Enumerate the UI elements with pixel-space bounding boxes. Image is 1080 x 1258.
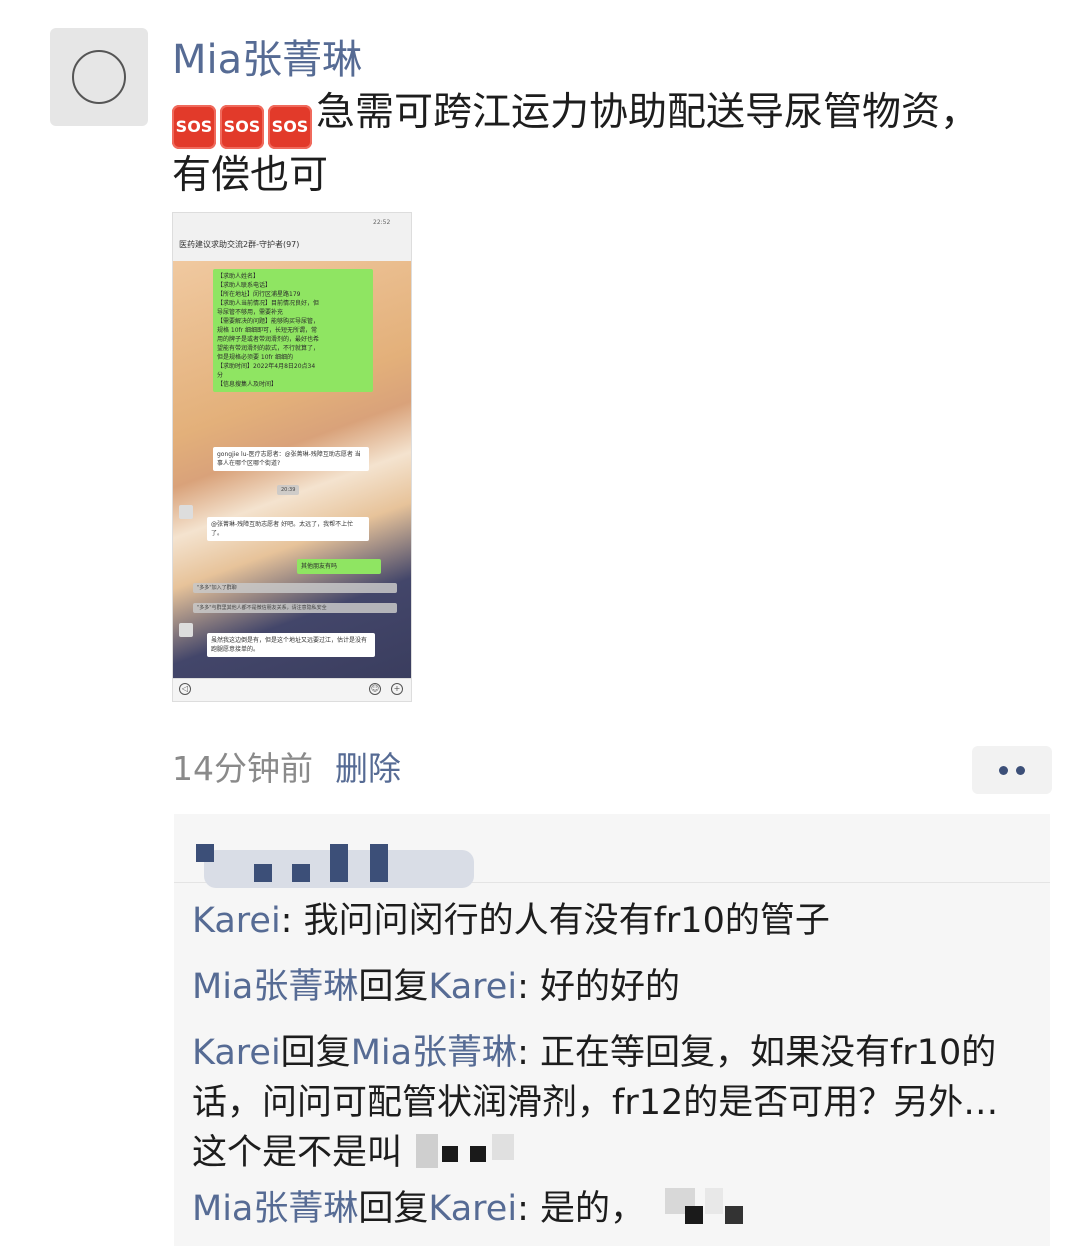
request-line: 【求助时间】2022年4月8日20点34 (217, 363, 316, 370)
request-line: 【需要解决的问题】能够购买导尿管， (217, 318, 320, 325)
blurred-block (292, 864, 310, 882)
reply-bubble-3: 虽然我这边倒是有，但是这个地址又远要过江，估计是没有跑腿愿意接单的。 (207, 633, 375, 657)
author-name[interactable]: Mia张菁琳 (172, 34, 362, 86)
request-line: 规格 10fr 细细即可，长短无所谓，常 (217, 327, 318, 334)
comment-item[interactable]: Karei回复Mia张菁琳: 正在等回复，如果没有fr10的话，问问可配管状润滑… (192, 1028, 1032, 1178)
blurred-block (254, 864, 272, 882)
request-line: 【信息搜集人及时间】 (217, 381, 278, 388)
reply-word: 回复 (358, 967, 429, 1007)
more-dots-icon (1016, 765, 1025, 775)
more-dots-icon (999, 765, 1008, 775)
sos-icon: SOS (268, 105, 312, 149)
comment-item[interactable]: Mia张菁琳回复Karei: 好的好的 (192, 962, 1032, 1012)
time-marker: 20:39 (277, 485, 300, 495)
blurred-block (370, 844, 388, 882)
screenshot-input-bar: ◁ ☺ + (173, 678, 411, 701)
sos-icon: SOS (220, 105, 264, 149)
request-line: 【求助人姓名】 (217, 273, 260, 280)
post-time: 14分钟前 (172, 749, 313, 788)
request-line: 望能有带润滑剂的款式，不行就算了， (217, 345, 320, 352)
reply-word: 回复 (358, 1189, 429, 1229)
comment-reply-target[interactable]: Karei (428, 967, 517, 1007)
comment-reply-target[interactable]: Karei (428, 1189, 517, 1229)
comment-item[interactable]: Mia张菁琳回复Karei: 是的， (192, 1184, 1032, 1234)
request-line: 用的牌子是或者带润滑剂的，最好也希 (217, 336, 320, 343)
avatar (179, 505, 193, 519)
sos-icon: SOS (172, 105, 216, 149)
post-meta: 14分钟前 删除 (172, 745, 401, 793)
reply-bubble-1: gongjie lu-医疗志愿者：@张菁琳-残障互助志愿者 当事人在哪个区哪个街… (213, 447, 369, 471)
avatar-placeholder-icon (72, 50, 126, 104)
avatar (179, 623, 193, 637)
comment-author[interactable]: Karei (192, 901, 281, 941)
request-line: 导尿管不够用，需要补充 (217, 309, 284, 316)
system-note-2: "多多"与群里其他人都不是微信朋友关系，请注意隐私安全 (193, 603, 397, 613)
author-avatar[interactable] (50, 28, 148, 126)
comment-reply-target[interactable]: Mia张菁琳 (351, 1033, 517, 1073)
request-bubble: 【求助人姓名】【求助人联系电话】【所在地址】闵行区浦星路179 【求助人当前情况】… (213, 269, 373, 392)
blurred-block (196, 844, 214, 862)
likes-row (174, 814, 1050, 888)
request-line: 【所在地址】闵行区浦星路179 (217, 291, 301, 298)
plus-icon: + (391, 683, 403, 695)
blurred-block (330, 844, 348, 882)
voice-icon: ◁ (179, 683, 191, 695)
post-text: SOS SOS SOS 急需可跨江运力协助配送导尿管物资， 有偿也可 (172, 86, 1032, 203)
comment-text: 是的， (539, 1189, 645, 1229)
request-line: 【求助人当前情况】目前情况良好，但 (217, 300, 320, 307)
delete-link[interactable]: 删除 (335, 749, 401, 788)
comment-author[interactable]: Mia张菁琳 (192, 967, 358, 1007)
attached-screenshot[interactable]: 22:52 医药建议求助交流2群-守护者(97) 【求助人姓名】【求助人联系电话… (172, 212, 412, 702)
screenshot-title: 医药建议求助交流2群-守护者(97) (179, 240, 300, 249)
comment-author[interactable]: Mia张菁琳 (192, 1189, 358, 1229)
more-actions-button[interactable] (972, 746, 1052, 794)
system-note-1: "多多"加入了群聊 (193, 583, 397, 593)
request-line: 但是规格必须要 10fr 细细的 (217, 354, 294, 361)
reply-bubble-2: @张菁琳-残障互助志愿者 好吧。太远了，我帮不上忙了。 (207, 517, 369, 541)
request-line: 分 (217, 372, 224, 379)
post-text-line1: 急需可跨江运力协助配送导尿管物资， (316, 90, 980, 135)
screenshot-topbar: 22:52 医药建议求助交流2群-守护者(97) (173, 213, 411, 261)
screenshot-chat: 【求助人姓名】【求助人联系电话】【所在地址】闵行区浦星路179 【求助人当前情况】… (173, 261, 411, 679)
comment-item[interactable]: Karei: 我问问闵行的人有没有fr10的管子 (192, 896, 1032, 946)
request-line: 【求助人联系电话】 (217, 282, 272, 289)
reply-word: 回复 (280, 1033, 351, 1073)
screenshot-status-time: 22:52 (373, 219, 391, 226)
post-text-line2: 有偿也可 (172, 153, 329, 198)
green-bubble-2: 其他朋友有吗 (297, 559, 381, 574)
blurred-image (645, 1184, 765, 1228)
comment-text: 我问问闵行的人有没有fr10的管子 (303, 901, 830, 941)
emoji-icon: ☺ (369, 683, 381, 695)
comment-author[interactable]: Karei (192, 1033, 281, 1073)
comments-panel: Karei: 我问问闵行的人有没有fr10的管子 Mia张菁琳回复Karei: … (174, 814, 1050, 1246)
comment-text: 好的好的 (539, 967, 680, 1007)
blurred-image (402, 1128, 522, 1172)
